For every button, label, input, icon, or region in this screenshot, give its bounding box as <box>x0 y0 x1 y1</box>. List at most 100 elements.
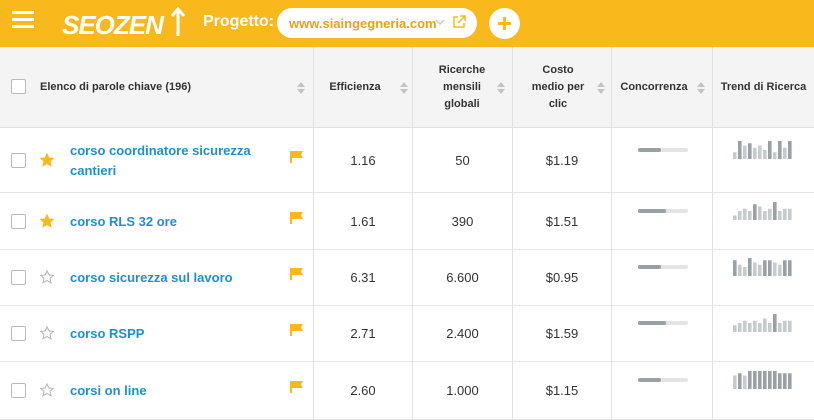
sort-icon[interactable] <box>400 82 408 94</box>
header-competition[interactable]: Concorrenza <box>612 47 696 128</box>
trend-bar <box>738 210 742 220</box>
sort-icon[interactable] <box>497 82 505 94</box>
svg-text:SEOZEN: SEOZEN <box>62 10 165 40</box>
trend-bar <box>733 375 737 389</box>
trend-bar <box>768 260 772 276</box>
trend-bar <box>733 325 737 332</box>
trend-bar <box>768 323 772 332</box>
trend-sparkline <box>733 140 792 159</box>
column-divider <box>313 128 314 420</box>
plus-icon <box>498 17 511 30</box>
table-row: corso sicurezza sul lavoro 6.31 6.600 $0… <box>0 250 814 306</box>
cpc-value: $1.15 <box>545 383 579 398</box>
trend-bar <box>748 210 752 220</box>
efficiency-value: 2.71 <box>350 326 376 341</box>
trend-bar <box>768 140 772 159</box>
header-searches[interactable]: Ricerche mensili globali <box>420 47 504 128</box>
competition-fill <box>638 265 661 269</box>
star-filled-icon[interactable] <box>40 213 54 228</box>
top-bar: SEOZEN Progetto: www.siaingegneria.com <box>0 0 814 47</box>
trend-bar <box>783 147 787 159</box>
seozen-logo[interactable]: SEOZEN <box>60 6 186 40</box>
table-header: Elenco di parole chiave (196) Efficienza… <box>0 47 814 128</box>
column-divider <box>512 128 513 420</box>
trend-bar <box>788 140 792 159</box>
trend-bar <box>788 320 792 332</box>
row-checkbox[interactable] <box>11 152 26 168</box>
keyword-link[interactable]: corso sicurezza sul lavoro <box>70 268 270 288</box>
trend-sparkline <box>733 314 792 332</box>
trend-bar <box>783 208 787 220</box>
flag-icon[interactable] <box>290 380 304 394</box>
select-all-checkbox[interactable] <box>11 79 26 94</box>
searches-value: 50 <box>455 152 470 168</box>
project-label: Progetto: <box>203 13 275 30</box>
trend-bar <box>748 371 752 389</box>
trend-bar <box>783 260 787 276</box>
trend-bar <box>773 201 777 220</box>
keyword-link[interactable]: corsi on line <box>70 381 270 401</box>
competition-bar <box>638 321 688 325</box>
star-filled-icon[interactable] <box>40 152 54 167</box>
sort-icon[interactable] <box>597 82 605 94</box>
sort-icon[interactable] <box>297 82 305 94</box>
trend-bar <box>778 210 782 220</box>
trend-bar <box>733 151 737 159</box>
competition-fill <box>638 147 661 152</box>
flag-icon[interactable] <box>290 211 304 225</box>
trend-bar <box>788 373 792 389</box>
trend-bar <box>773 262 777 276</box>
trend-bar <box>738 373 742 389</box>
star-outline-icon[interactable] <box>40 326 54 340</box>
menu-icon[interactable] <box>12 11 34 31</box>
trend-bar <box>743 208 747 220</box>
trend-bar <box>758 371 762 389</box>
project-selector[interactable]: www.siaingegneria.com <box>277 8 477 38</box>
competition-fill <box>638 378 661 382</box>
header-cpc[interactable]: Costo medio per clic <box>520 47 596 128</box>
row-checkbox[interactable] <box>11 270 26 285</box>
trend-sparkline <box>733 201 792 220</box>
trend-bar <box>743 145 747 159</box>
header-keywords[interactable]: Elenco di parole chiave (196) <box>40 47 280 128</box>
star-outline-icon[interactable] <box>40 270 54 284</box>
header-efficiency[interactable]: Efficienza <box>314 47 396 128</box>
trend-bar <box>763 318 767 332</box>
trend-sparkline <box>733 258 792 276</box>
keyword-link[interactable]: corso RLS 32 ore <box>70 212 270 232</box>
row-checkbox[interactable] <box>11 383 26 398</box>
table-row: corso RSPP 2.71 2.400 $1.59 <box>0 306 814 362</box>
searches-value: 1.000 <box>446 383 479 398</box>
trend-bar <box>758 206 762 220</box>
trend-bar <box>758 145 762 159</box>
trend-bar <box>743 267 747 276</box>
trend-bar <box>768 208 772 220</box>
add-project-button[interactable] <box>489 8 520 39</box>
trend-bar <box>743 375 747 389</box>
star-outline-icon[interactable] <box>40 383 54 397</box>
trend-bar <box>773 151 777 159</box>
sort-icon[interactable] <box>697 82 705 94</box>
trend-bar <box>748 258 752 276</box>
trend-bar <box>763 210 767 220</box>
keyword-link[interactable]: corso RSPP <box>70 324 270 344</box>
flag-icon[interactable] <box>290 267 304 281</box>
keyword-link[interactable]: corso coordinatore sicurezza cantieri <box>70 141 270 181</box>
row-checkbox[interactable] <box>11 326 26 341</box>
efficiency-value: 6.31 <box>350 270 376 285</box>
trend-bar <box>743 320 747 332</box>
table-row: corsi on line 2.60 1.000 $1.15 <box>0 362 814 420</box>
row-checkbox[interactable] <box>11 213 26 229</box>
flag-icon[interactable] <box>290 323 304 337</box>
flag-icon[interactable] <box>290 150 304 164</box>
competition-bar <box>638 208 688 213</box>
external-link-icon[interactable] <box>452 15 466 29</box>
competition-bar <box>638 378 688 382</box>
table-row: corso coordinatore sicurezza cantieri 1.… <box>0 128 814 193</box>
trend-sparkline <box>733 371 792 389</box>
trend-bar <box>768 371 772 389</box>
trend-bar <box>748 323 752 332</box>
efficiency-value: 1.16 <box>350 152 376 168</box>
trend-bar <box>763 371 767 389</box>
trend-bar <box>783 320 787 332</box>
